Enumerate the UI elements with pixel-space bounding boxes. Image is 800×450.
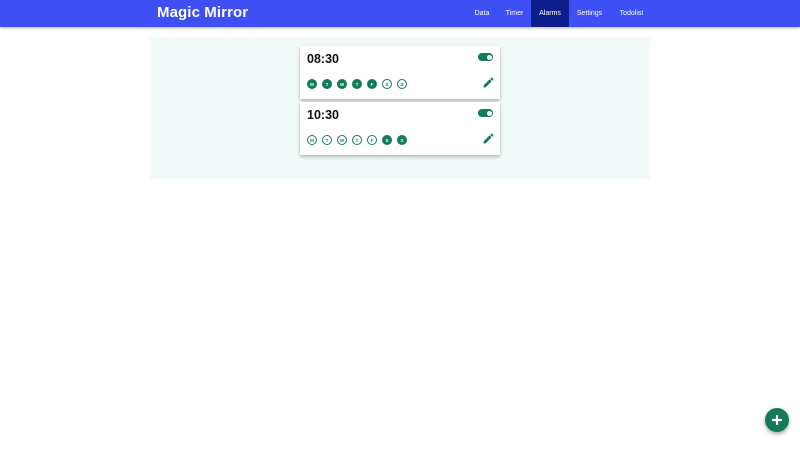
edit-alarm-button[interactable] [482,76,495,89]
nav-item-timer[interactable]: Timer [498,0,531,27]
day-wednesday[interactable]: W [337,79,347,89]
navbar: Magic Mirror Data Timer Alarms Settings … [0,0,800,27]
day-tuesday[interactable]: T [322,79,332,89]
edit-alarm-button[interactable] [482,132,495,145]
toggle-knob [486,110,492,116]
day-friday[interactable]: F [367,135,377,145]
day-monday[interactable]: M [307,135,317,145]
nav-item-alarms[interactable]: Alarms [531,0,569,27]
day-friday[interactable]: F [367,79,377,89]
nav-item-settings[interactable]: Settings [569,0,610,27]
day-tuesday[interactable]: T [322,135,332,145]
day-thursday[interactable]: T [352,135,362,145]
day-thursday[interactable]: T [352,79,362,89]
alarm-card: 10:30 M T W T F S S [300,102,500,155]
pencil-icon [483,77,494,88]
alarm-days: M T W T F S S [307,79,412,89]
alarm-enabled-toggle[interactable] [478,53,493,61]
alarm-days: M T W T F S S [307,135,412,145]
day-monday[interactable]: M [307,79,317,89]
day-saturday[interactable]: S [382,79,392,89]
alarm-card: 08:30 M T W T F S S [300,46,500,99]
nav-item-todolist[interactable]: Todolist [610,0,653,27]
nav-item-data[interactable]: Data [466,0,498,27]
alarm-time: 10:30 [307,108,339,122]
day-saturday[interactable]: S [382,135,392,145]
day-sunday[interactable]: S [397,79,407,89]
pencil-icon [483,133,494,144]
add-alarm-button[interactable] [765,408,789,432]
nav-links: Data Timer Alarms Settings Todolist [466,0,653,27]
alarm-enabled-toggle[interactable] [478,109,493,117]
app-title[interactable]: Magic Mirror [157,4,248,21]
day-sunday[interactable]: S [397,135,407,145]
day-wednesday[interactable]: W [337,135,347,145]
plus-icon [772,415,782,425]
alarm-time: 08:30 [307,52,339,66]
toggle-knob [486,54,492,60]
